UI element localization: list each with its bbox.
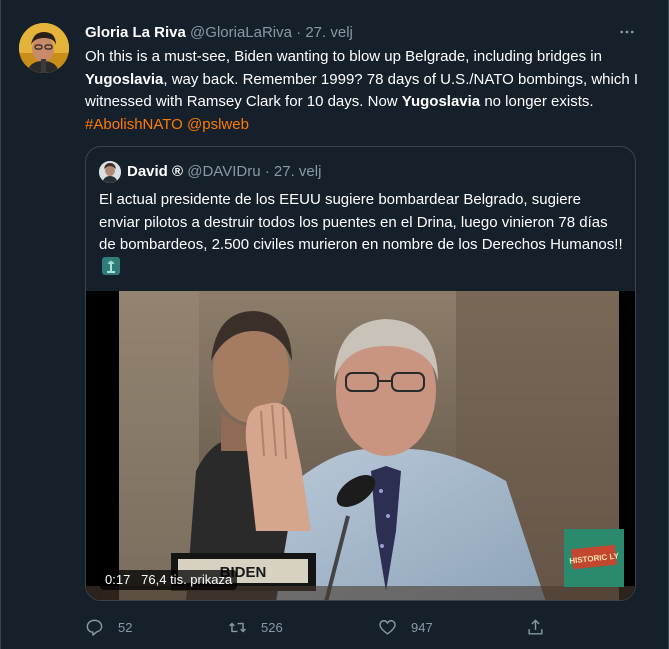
tweet-date[interactable]: 27. velj xyxy=(305,24,353,41)
tweet-text-bold: Yugoslavia xyxy=(85,70,164,88)
quoted-avatar-image xyxy=(99,161,121,183)
more-options-icon[interactable] xyxy=(612,17,642,47)
mention-link[interactable]: @pslweb xyxy=(187,116,249,133)
author-name[interactable]: Gloria La Riva xyxy=(85,24,186,41)
video-views: 76,4 tis. prikaza xyxy=(141,572,233,587)
quoted-separator: · xyxy=(264,163,270,180)
share-icon xyxy=(528,618,543,635)
quoted-author-avatar xyxy=(99,161,121,183)
reply-count: 52 xyxy=(118,619,133,635)
retweet-button[interactable]: 526 xyxy=(228,612,283,642)
tweet-text-part: no longer exists. xyxy=(480,93,594,110)
quoted-text-body: El actual presidente de los EEUU sugiere… xyxy=(99,191,623,253)
quoted-tweet[interactable]: David ® @DAVIDru · 27. velj El actual pr… xyxy=(85,146,636,601)
header-separator: · xyxy=(296,24,302,41)
retweet-count: 526 xyxy=(261,619,283,635)
video-frame: BIDEN HISTORIC LY xyxy=(86,291,635,600)
quoted-date[interactable]: 27. velj xyxy=(274,163,322,180)
tweet-actions: 52 526 947 xyxy=(85,612,555,642)
statue-of-liberty-icon xyxy=(102,256,120,275)
video-player[interactable]: BIDEN HISTORIC LY 0:17 76,4 tis. prikaza xyxy=(86,291,635,600)
tweet-text-part: Oh this is a must-see, Biden wanting to … xyxy=(85,48,602,65)
quoted-author-name[interactable]: David ® xyxy=(127,163,183,180)
reply-button[interactable]: 52 xyxy=(85,612,132,642)
author-avatar-image xyxy=(19,23,69,73)
quoted-header: David ® @DAVIDru · 27. velj xyxy=(127,162,321,182)
like-button[interactable]: 947 xyxy=(378,612,433,642)
quoted-author-handle[interactable]: @DAVIDru xyxy=(187,163,260,180)
video-info-badge: 0:17 76,4 tis. prikaza xyxy=(100,570,238,590)
share-button[interactable] xyxy=(526,612,559,642)
author-handle[interactable]: @GloriaLaRiva xyxy=(190,24,292,41)
tweet-text-bold: Yugoslavia xyxy=(401,93,481,110)
heart-icon xyxy=(379,619,396,635)
like-count: 947 xyxy=(411,619,433,635)
tweet-text: Oh this is a must-see, Biden wanting to … xyxy=(85,46,645,136)
tweet-header: Gloria La Riva @GloriaLaRiva · 27. velj xyxy=(85,23,353,43)
retweet-icon xyxy=(229,622,246,632)
video-time: 0:17 xyxy=(105,572,131,587)
quoted-text: El actual presidente de los EEUU sugiere… xyxy=(99,189,624,279)
hashtag-link[interactable]: #AbolishNATO xyxy=(85,116,183,133)
author-avatar[interactable] xyxy=(19,23,69,73)
reply-icon xyxy=(86,619,103,636)
